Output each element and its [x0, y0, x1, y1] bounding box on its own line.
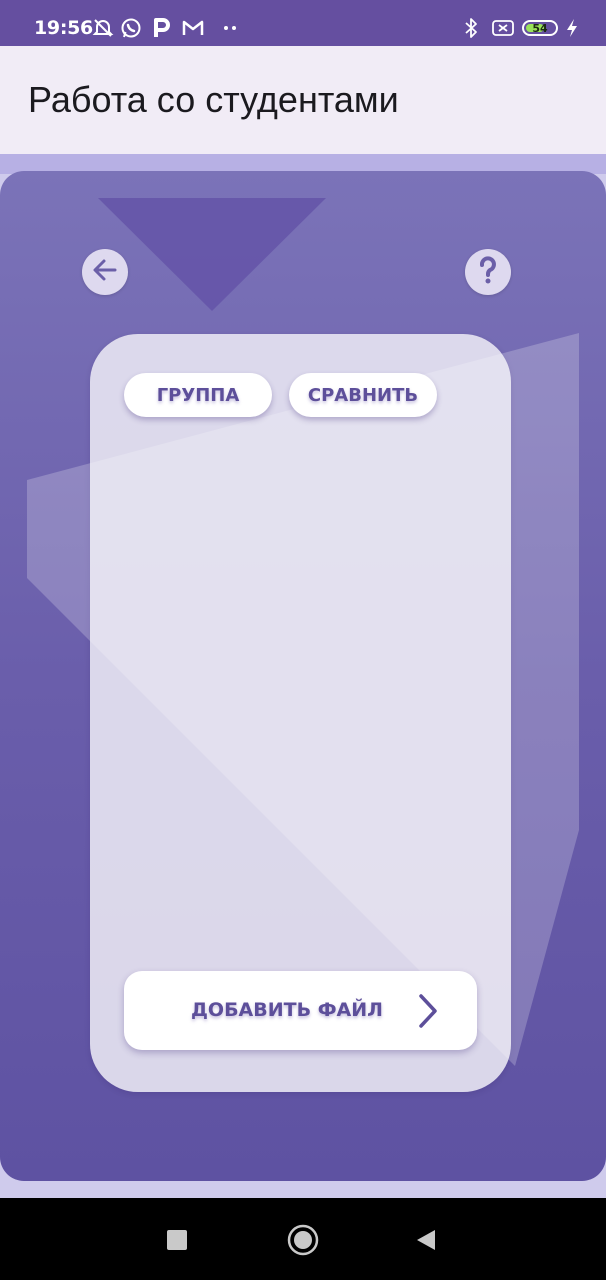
tab-group-label: ГРУППА — [156, 384, 240, 406]
home-circle-icon[interactable] — [287, 1224, 319, 1260]
add-file-button[interactable]: ДОБАВИТЬ ФАЙЛ — [124, 971, 477, 1050]
help-button[interactable] — [465, 249, 511, 295]
tab-compare-label: СРАВНИТЬ — [307, 384, 419, 406]
arrow-left-icon — [91, 256, 119, 288]
tab-compare[interactable]: СРАВНИТЬ — [289, 373, 437, 417]
decorative-triangle — [98, 198, 326, 311]
back-button[interactable] — [82, 249, 128, 295]
back-triangle-icon[interactable] — [415, 1228, 437, 1256]
tab-group[interactable]: ГРУППА — [124, 373, 272, 417]
question-mark-icon — [474, 255, 502, 289]
system-navigation-bar — [0, 1198, 606, 1280]
recents-square-icon[interactable] — [166, 1229, 188, 1255]
add-file-label: ДОБАВИТЬ ФАЙЛ — [191, 999, 383, 1021]
chevron-right-icon — [416, 993, 440, 1033]
